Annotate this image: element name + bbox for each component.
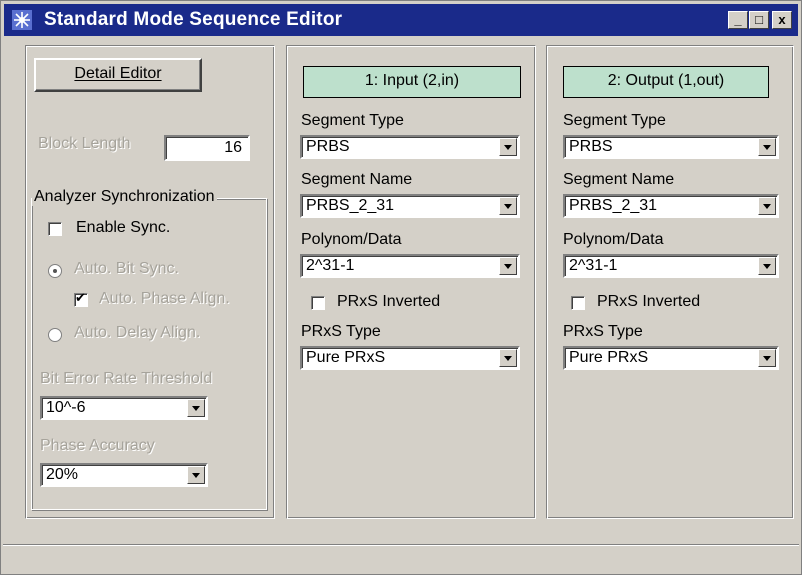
prxs-inverted-checkbox[interactable] (571, 296, 585, 310)
chevron-down-icon[interactable] (187, 466, 205, 484)
segment-name-select[interactable]: PRBS_2_31 (563, 194, 779, 218)
prxs-type-select[interactable]: Pure PRxS (300, 346, 520, 370)
channel-header-input[interactable]: 1: Input (2,in) (303, 66, 521, 98)
segment-name-label: Segment Name (563, 171, 675, 188)
prxs-type-value: Pure PRxS (306, 349, 386, 366)
polynom-label: Polynom/Data (563, 231, 664, 248)
status-bar (3, 544, 799, 573)
auto-bit-sync-label: Auto. Bit Sync. (74, 260, 179, 277)
prxs-type-value: Pure PRxS (569, 349, 649, 366)
ber-threshold-select[interactable]: 10^-6 (40, 396, 208, 420)
minimize-icon: _ (734, 12, 742, 27)
chevron-down-icon[interactable] (499, 257, 517, 275)
chevron-down-icon[interactable] (499, 349, 517, 367)
channel-panel-input: 1: Input (2,in) Segment Type PRBS Segmen… (286, 45, 536, 519)
auto-bit-sync-radio[interactable] (48, 264, 62, 278)
prxs-inverted-label[interactable]: PRxS Inverted (597, 293, 700, 311)
segment-type-value: PRBS (306, 138, 350, 155)
channel-panel-output: 2: Output (1,out) Segment Type PRBS Segm… (546, 45, 794, 519)
channel-header-output[interactable]: 2: Output (1,out) (563, 66, 769, 98)
detail-editor-button[interactable]: Detail Editor (34, 58, 202, 92)
app-icon (12, 10, 32, 30)
segment-type-select[interactable]: PRBS (563, 135, 779, 159)
polynom-value: 2^31-1 (306, 257, 355, 274)
phase-accuracy-value: 20% (46, 466, 79, 483)
ber-threshold-value: 10^-6 (46, 399, 86, 416)
block-length-input[interactable]: 16 (164, 135, 250, 161)
segment-type-select[interactable]: PRBS (300, 135, 520, 159)
segment-name-value: PRBS_2_31 (306, 197, 395, 214)
prxs-inverted-label[interactable]: PRxS Inverted (337, 293, 440, 311)
window-title: Standard Mode Sequence Editor (44, 9, 343, 30)
ber-threshold-label: Bit Error Rate Threshold (40, 370, 213, 387)
chevron-down-icon[interactable] (499, 138, 517, 156)
close-button[interactable]: x (772, 11, 792, 29)
segment-name-select[interactable]: PRBS_2_31 (300, 194, 520, 218)
enable-sync-label[interactable]: Enable Sync. (76, 219, 170, 237)
enable-sync-checkbox[interactable] (48, 222, 62, 236)
polynom-label: Polynom/Data (301, 231, 402, 248)
segment-type-label: Segment Type (563, 112, 666, 129)
polynom-select[interactable]: 2^31-1 (563, 254, 779, 278)
maximize-icon: □ (755, 12, 763, 27)
phase-accuracy-label: Phase Accuracy (40, 437, 155, 454)
block-length-label: Block Length (38, 135, 131, 152)
segment-type-label: Segment Type (301, 112, 404, 129)
sequence-editor-window: Standard Mode Sequence Editor _ □ x Deta… (0, 0, 802, 575)
chevron-down-icon[interactable] (187, 399, 205, 417)
settings-panel: Detail Editor Block Length 16 Analyzer S… (25, 45, 275, 519)
polynom-select[interactable]: 2^31-1 (300, 254, 520, 278)
minimize-button[interactable]: _ (728, 11, 748, 29)
detail-editor-label: Detail Editor (74, 65, 162, 82)
chevron-down-icon[interactable] (499, 197, 517, 215)
phase-accuracy-select[interactable]: 20% (40, 463, 208, 487)
segment-type-value: PRBS (569, 138, 613, 155)
auto-delay-align-label: Auto. Delay Align. (74, 324, 201, 341)
analyzer-sync-title: Analyzer Synchronization (32, 188, 217, 206)
prxs-type-label: PRxS Type (301, 323, 381, 340)
maximize-button[interactable]: □ (749, 11, 769, 29)
chevron-down-icon[interactable] (758, 349, 776, 367)
prxs-inverted-checkbox[interactable] (311, 296, 325, 310)
segment-name-value: PRBS_2_31 (569, 197, 658, 214)
prxs-type-select[interactable]: Pure PRxS (563, 346, 779, 370)
chevron-down-icon[interactable] (758, 257, 776, 275)
auto-delay-align-radio[interactable] (48, 328, 62, 342)
prxs-type-label: PRxS Type (563, 323, 643, 340)
polynom-value: 2^31-1 (569, 257, 618, 274)
chevron-down-icon[interactable] (758, 138, 776, 156)
auto-phase-align-checkbox[interactable] (74, 290, 88, 307)
chevron-down-icon[interactable] (758, 197, 776, 215)
title-bar[interactable]: Standard Mode Sequence Editor _ □ x (4, 4, 798, 36)
auto-phase-align-label: Auto. Phase Align. (99, 290, 230, 307)
segment-name-label: Segment Name (301, 171, 413, 188)
close-icon: x (778, 12, 786, 27)
